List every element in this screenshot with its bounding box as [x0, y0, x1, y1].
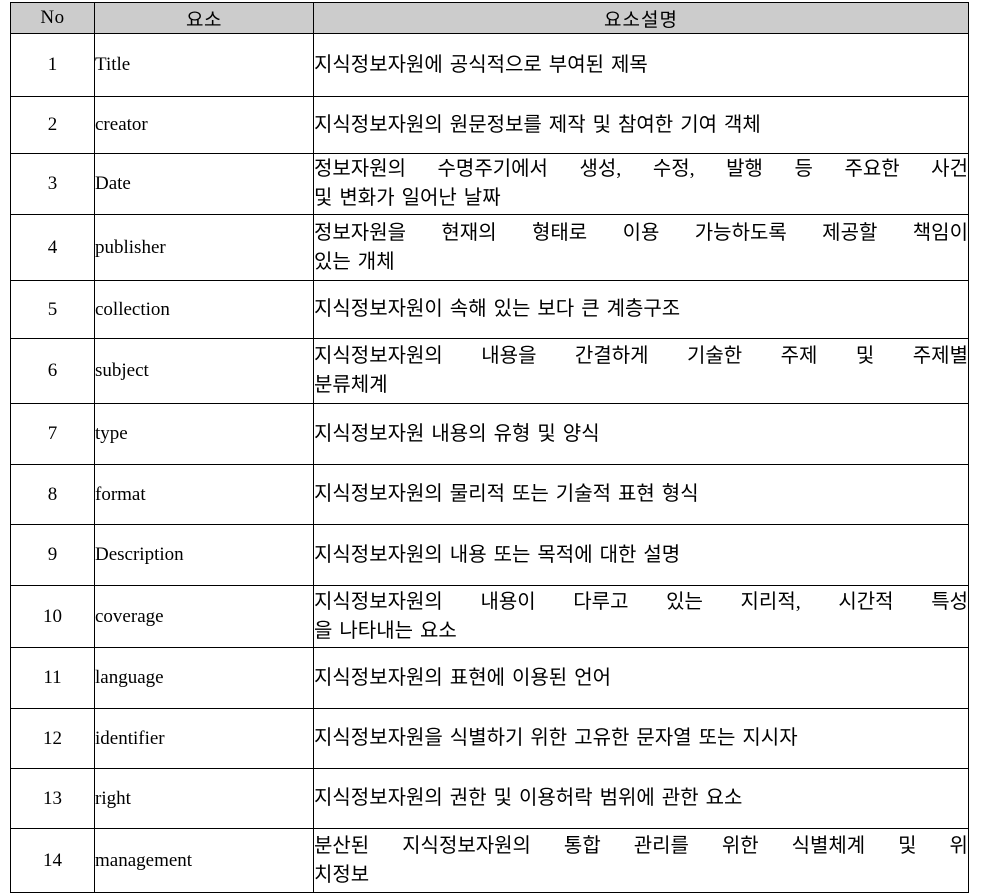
cell-no: 14: [10, 828, 95, 893]
description-line: 지식정보자원에 공식적으로 부여된 제목: [314, 53, 648, 76]
cell-no: 6: [10, 338, 95, 404]
cell-element-name: language: [94, 647, 314, 709]
description-line: 지식정보자원의 물리적 또는 기술적 표현 형식: [314, 483, 699, 505]
description-line: 지식정보자원의 표현에 이용된 언어: [314, 666, 611, 689]
description-line: 분류체계: [314, 374, 388, 396]
table-row: 3 Date 정보자원의 수명주기에서 생성, 수정, 발행 등 주요한 사건및 변화가 일어난 …: [10, 153, 969, 215]
table-body: 1 Title 지식정보자원에 공식적으로 부여된 제목 2 creator 지식정보자원…: [10, 33, 969, 893]
description-line: 지식정보자원 내용의 유형 및 양식: [314, 422, 600, 445]
cell-element-name: identifier: [94, 708, 314, 769]
cell-element-description: 지식정보자원의 내용 또는 목적에 대한 설명: [313, 524, 969, 586]
table-row: 10 coverage 지식정보자원의 내용이 다루고 있는 지리적, 시간적 특성을 나타내는…: [10, 585, 969, 648]
cell-no: 2: [10, 96, 95, 154]
cell-element-name: type: [94, 403, 314, 465]
cell-element-name: publisher: [94, 214, 314, 281]
description-line: 지식정보자원을 식별하기 위한 고유한 문자열 또는 지시자: [314, 727, 798, 749]
cell-element-name: creator: [94, 96, 314, 154]
table-row: 12 identifier 지식정보자원을 식별하기 위한 고유한 문자열 또는 지…: [10, 708, 969, 769]
cell-element-description: 분산된 지식정보자원의 통합 관리를 위한 식별체계 및 위치정보: [313, 828, 969, 893]
description-line: 지식정보자원의 내용을 간결하게 기술한 주제 및 주제별: [314, 345, 968, 367]
description-line: 지식정보자원이 속해 있는 보다 큰 계층구조: [314, 298, 681, 320]
table-row: 14 management 분산된 지식정보자원의 통합 관리를 위한 식별체계 및 위치정보: [10, 828, 969, 893]
description-line: 지식정보자원의 권한 및 이용허락 범위에 관한 요소: [314, 787, 743, 809]
cell-no: 9: [10, 524, 95, 586]
column-header-element: 요소: [94, 2, 314, 34]
cell-element-description: 지식정보자원의 권한 및 이용허락 범위에 관한 요소: [313, 768, 969, 829]
description-line: 있는 개체: [314, 250, 395, 273]
cell-element-description: 지식정보자원의 물리적 또는 기술적 표현 형식: [313, 464, 969, 525]
description-line: 정보자원의 수명주기에서 생성, 수정, 발행 등 주요한 사건: [314, 158, 968, 180]
cell-element-description: 지식정보자원에 공식적으로 부여된 제목: [313, 33, 969, 97]
cell-element-name: collection: [94, 280, 314, 339]
description-line: 지식정보자원의 내용이 다루고 있는 지리적, 시간적 특성: [314, 590, 968, 613]
metadata-elements-table: No 요소 요소설명 1 Title 지식정보자원에 공식적으로 부여된 제목 2 cr…: [10, 2, 969, 893]
description-line: 및 변화가 일어난 날짜: [314, 187, 501, 209]
table-row: 13 right 지식정보자원의 권한 및 이용허락 범위에 관한 요소: [10, 768, 969, 829]
table-row: 4 publisher 정보자원을 현재의 형태로 이용 가능하도록 제공할 책임이있는 개체: [10, 214, 969, 281]
cell-element-description: 지식정보자원의 원문정보를 제작 및 참여한 기여 객체: [313, 96, 969, 154]
description-line: 분산된 지식정보자원의 통합 관리를 위한 식별체계 및 위: [314, 834, 968, 857]
cell-element-name: subject: [94, 338, 314, 404]
table-row: 11 language 지식정보자원의 표현에 이용된 언어: [10, 647, 969, 709]
cell-element-description: 정보자원의 수명주기에서 생성, 수정, 발행 등 주요한 사건및 변화가 일어난 날짜: [313, 153, 969, 215]
cell-no: 12: [10, 708, 95, 769]
cell-element-description: 지식정보자원의 표현에 이용된 언어: [313, 647, 969, 709]
table-header: No 요소 요소설명: [10, 2, 969, 34]
description-line: 지식정보자원의 원문정보를 제작 및 참여한 기여 객체: [314, 113, 761, 136]
cell-no: 4: [10, 214, 95, 281]
cell-element-name: coverage: [94, 585, 314, 648]
cell-element-name: Date: [94, 153, 314, 215]
cell-no: 13: [10, 768, 95, 829]
table-header-row: No 요소 요소설명: [10, 2, 969, 34]
cell-element-description: 지식정보자원의 내용을 간결하게 기술한 주제 및 주제별분류체계: [313, 338, 969, 404]
description-line: 지식정보자원의 내용 또는 목적에 대한 설명: [314, 543, 681, 566]
cell-no: 11: [10, 647, 95, 709]
column-header-no: No: [10, 2, 95, 34]
table-row: 9 Description 지식정보자원의 내용 또는 목적에 대한 설명: [10, 524, 969, 586]
cell-element-description: 지식정보자원을 식별하기 위한 고유한 문자열 또는 지시자: [313, 708, 969, 769]
description-line: 을 나타내는 요소: [314, 619, 457, 642]
cell-no: 8: [10, 464, 95, 525]
table-row: 7 type 지식정보자원 내용의 유형 및 양식: [10, 403, 969, 465]
cell-element-description: 지식정보자원이 속해 있는 보다 큰 계층구조: [313, 280, 969, 339]
cell-no: 10: [10, 585, 95, 648]
cell-no: 7: [10, 403, 95, 465]
document-page: No 요소 요소설명 1 Title 지식정보자원에 공식적으로 부여된 제목 2 cr…: [0, 0, 984, 893]
cell-element-name: management: [94, 828, 314, 893]
cell-element-name: format: [94, 464, 314, 525]
table-row: 6 subject 지식정보자원의 내용을 간결하게 기술한 주제 및 주제별분류체계: [10, 338, 969, 404]
table-row: 8 format 지식정보자원의 물리적 또는 기술적 표현 형식: [10, 464, 969, 525]
column-header-description: 요소설명: [313, 2, 969, 34]
cell-no: 5: [10, 280, 95, 339]
cell-no: 1: [10, 33, 95, 97]
cell-element-description: 정보자원을 현재의 형태로 이용 가능하도록 제공할 책임이있는 개체: [313, 214, 969, 281]
description-line: 치정보: [314, 863, 370, 886]
table-row: 5 collection 지식정보자원이 속해 있는 보다 큰 계층구조: [10, 280, 969, 339]
cell-element-name: right: [94, 768, 314, 829]
cell-element-name: Description: [94, 524, 314, 586]
table-row: 1 Title 지식정보자원에 공식적으로 부여된 제목: [10, 33, 969, 97]
cell-element-description: 지식정보자원의 내용이 다루고 있는 지리적, 시간적 특성을 나타내는 요소: [313, 585, 969, 648]
cell-element-description: 지식정보자원 내용의 유형 및 양식: [313, 403, 969, 465]
description-line: 정보자원을 현재의 형태로 이용 가능하도록 제공할 책임이: [314, 221, 968, 244]
cell-no: 3: [10, 153, 95, 215]
table-row: 2 creator 지식정보자원의 원문정보를 제작 및 참여한 기여 객체: [10, 96, 969, 154]
cell-element-name: Title: [94, 33, 314, 97]
